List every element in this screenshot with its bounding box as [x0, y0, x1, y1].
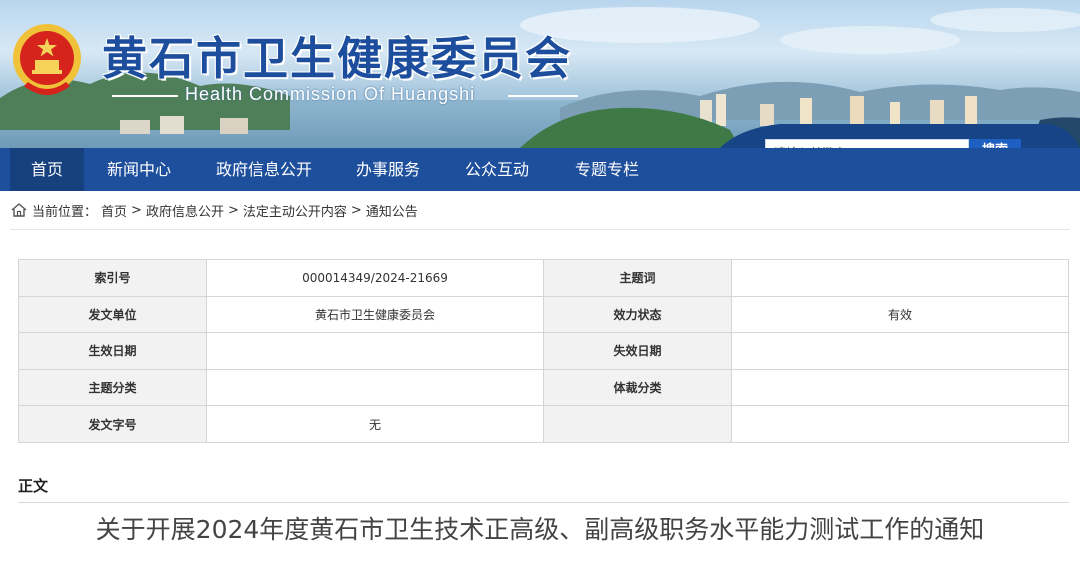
meta-value: 000014349/2024-21669 [206, 259, 544, 297]
nav-item-home[interactable]: 首页 [10, 148, 84, 191]
meta-label: 主题词 [543, 259, 732, 297]
nav-item-news[interactable]: 新闻中心 [107, 148, 171, 191]
meta-label: 索引号 [18, 259, 207, 297]
meta-value [731, 259, 1069, 297]
nav-item-interaction[interactable]: 公众互动 [465, 148, 529, 191]
nav-item-topics[interactable]: 专题专栏 [575, 148, 639, 191]
national-emblem-icon [13, 24, 81, 95]
meta-value [731, 405, 1069, 443]
document-meta-table: 索引号 000014349/2024-21669 主题词 发文单位 黄石市卫生健… [18, 259, 1069, 443]
table-row: 生效日期 失效日期 [18, 332, 1069, 370]
breadcrumb-separator: > [227, 202, 239, 218]
breadcrumb-divider [10, 229, 1070, 230]
subtitle-line-left [112, 95, 178, 97]
meta-value [731, 368, 1069, 407]
breadcrumb-item-gov-info[interactable]: 政府信息公开 [146, 201, 224, 220]
table-row: 索引号 000014349/2024-21669 主题词 [18, 259, 1069, 297]
meta-value [731, 332, 1069, 370]
breadcrumb-item-home[interactable]: 首页 [101, 201, 127, 220]
meta-value: 黄石市卫生健康委员会 [206, 295, 544, 334]
meta-label [543, 405, 732, 443]
meta-value: 无 [206, 405, 544, 443]
meta-label: 发文字号 [18, 405, 207, 443]
article-title: 关于开展2024年度黄石市卫生技术正高级、副高级职务水平能力测试工作的通知 [95, 515, 985, 544]
table-row: 发文字号 无 [18, 405, 1069, 443]
breadcrumb-prefix: 当前位置： [32, 204, 98, 220]
section-divider [18, 502, 1069, 503]
site-subtitle: Health Commission Of Huangshi [185, 84, 476, 104]
meta-value [206, 368, 544, 407]
meta-label: 体裁分类 [543, 368, 732, 407]
meta-value [206, 332, 544, 370]
meta-label: 生效日期 [18, 332, 207, 370]
table-row: 发文单位 黄石市卫生健康委员会 效力状态 有效 [18, 295, 1069, 334]
meta-label: 发文单位 [18, 295, 207, 334]
breadcrumb-separator: > [131, 202, 142, 218]
breadcrumb-item-statutory[interactable]: 法定主动公开内容 [243, 201, 347, 220]
meta-label: 失效日期 [543, 332, 732, 370]
breadcrumb-separator: > [350, 202, 362, 218]
nav-item-gov-info[interactable]: 政府信息公开 [216, 148, 312, 191]
breadcrumb-item-notices[interactable]: 通知公告 [366, 201, 418, 220]
section-label-body: 正文 [18, 477, 49, 495]
table-row: 主题分类 体裁分类 [18, 368, 1069, 407]
meta-label: 主题分类 [18, 368, 207, 407]
header-banner: 黄石市卫生健康委员会 Health Commission Of Huangshi [0, 0, 1080, 148]
site-title[interactable]: 黄石市卫生健康委员会 [102, 22, 572, 87]
breadcrumb: 当前位置： 首页 > 政府信息公开 > 法定主动公开内容 > 通知公告 [10, 201, 422, 220]
meta-value: 有效 [731, 295, 1069, 334]
home-icon [11, 203, 27, 217]
subtitle-line-right [508, 95, 578, 97]
main-nav: 首页 新闻中心 政府信息公开 办事服务 公众互动 专题专栏 [0, 148, 1080, 191]
meta-label: 效力状态 [543, 295, 732, 334]
nav-item-services[interactable]: 办事服务 [356, 148, 420, 191]
